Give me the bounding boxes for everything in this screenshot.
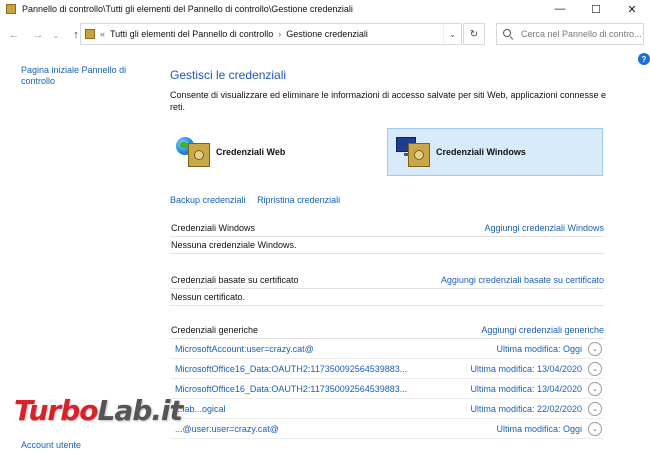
search-placeholder: Cerca nel Pannello di contro...: [521, 29, 642, 39]
breadcrumb-credential-manager[interactable]: Gestione credenziali: [286, 29, 368, 39]
windows-credentials-section: Credenziali Windows Aggiungi credenziali…: [170, 221, 604, 254]
credential-modified: Ultima modifica: 13/04/2020: [470, 364, 582, 374]
empty-message: Nessun certificato.: [170, 289, 604, 306]
forward-arrow-icon[interactable]: →: [30, 29, 46, 41]
chevron-down-icon[interactable]: ⌄: [588, 382, 602, 396]
overflow-chevron[interactable]: «: [100, 29, 105, 39]
credential-modified: Ultima modifica: Oggi: [496, 344, 582, 354]
credential-row[interactable]: ...@user:user=crazy.cat@ Ultima modifica…: [170, 419, 604, 439]
add-certificate-credential-link[interactable]: Aggiungi credenziali basate su certifica…: [441, 275, 604, 285]
section-title: Credenziali generiche: [171, 325, 259, 335]
web-credentials-tile[interactable]: Credenziali Web: [176, 128, 376, 176]
credential-name: ...lab...ogical: [175, 404, 226, 414]
chevron-down-icon[interactable]: ⌄: [588, 362, 602, 376]
recent-locations-icon[interactable]: ⌄: [48, 31, 64, 40]
control-panel-icon: [85, 29, 95, 39]
add-windows-credential-link[interactable]: Aggiungi credenziali Windows: [484, 223, 604, 233]
credential-row[interactable]: MicrosoftAccount:user=crazy.cat@ Ultima …: [170, 339, 604, 359]
generic-credentials-section: Credenziali generiche Aggiungi credenzia…: [170, 323, 604, 439]
address-dropdown-icon[interactable]: ⌄: [443, 24, 461, 44]
credential-modified: Ultima modifica: 22/02/2020: [470, 404, 582, 414]
windows-credentials-label: Credenziali Windows: [436, 147, 526, 157]
title-bar: Pannello di controllo\Tutti gli elementi…: [0, 0, 650, 18]
minimize-button[interactable]: —: [542, 0, 578, 18]
address-bar[interactable]: « Tutti gli elementi del Pannello di con…: [80, 23, 462, 45]
chevron-down-icon[interactable]: ⌄: [588, 422, 602, 436]
page-title: Gestisci le credenziali: [170, 68, 287, 82]
help-icon[interactable]: ?: [638, 53, 650, 65]
backup-credentials-link[interactable]: Backup credenziali: [170, 195, 246, 205]
section-title: Credenziali basate su certificato: [171, 275, 299, 285]
backup-restore-links: Backup credenziali Ripristina credenzial…: [170, 195, 349, 205]
chevron-down-icon[interactable]: ⌄: [588, 402, 602, 416]
close-button[interactable]: ✕: [614, 0, 650, 18]
watermark-part1: Turbo: [14, 394, 99, 427]
chevron-down-icon[interactable]: ⌄: [588, 342, 602, 356]
back-arrow-icon[interactable]: ←: [6, 29, 22, 41]
web-credentials-icon: [176, 135, 210, 169]
restore-credentials-link[interactable]: Ripristina credenziali: [257, 195, 340, 205]
windows-credentials-icon: [396, 135, 430, 169]
refresh-button[interactable]: ↻: [463, 23, 485, 45]
credential-name: MicrosoftOffice16_Data:OAUTH2:1173500925…: [175, 384, 408, 394]
search-input[interactable]: Cerca nel Pannello di contro...: [496, 23, 644, 45]
credential-modified: Ultima modifica: Oggi: [496, 424, 582, 434]
breadcrumb-separator[interactable]: ›: [278, 29, 281, 39]
control-panel-home-link[interactable]: Pagina iniziale Pannello di controllo: [21, 65, 141, 87]
credential-row[interactable]: MicrosoftOffice16_Data:OAUTH2:1173500925…: [170, 359, 604, 379]
credential-name: ...@user:user=crazy.cat@: [175, 424, 279, 434]
window-controls: — ☐ ✕: [542, 0, 650, 18]
section-title: Credenziali Windows: [171, 223, 256, 233]
web-credentials-label: Credenziali Web: [216, 147, 286, 157]
search-icon: [503, 29, 513, 39]
credential-name: MicrosoftAccount:user=crazy.cat@: [175, 344, 314, 354]
certificate-credentials-section: Credenziali basate su certificato Aggiun…: [170, 273, 604, 306]
maximize-button[interactable]: ☐: [578, 0, 614, 18]
window-title: Pannello di controllo\Tutti gli elementi…: [22, 4, 353, 14]
credential-name: MicrosoftOffice16_Data:OAUTH2:1173500925…: [175, 364, 408, 374]
refresh-icon: ↻: [469, 28, 479, 40]
user-accounts-link[interactable]: Account utente: [21, 440, 81, 450]
windows-credentials-tile[interactable]: Credenziali Windows: [387, 128, 603, 176]
add-generic-credential-link[interactable]: Aggiungi credenziali generiche: [481, 325, 604, 335]
page-description: Consente di visualizzare ed eliminare le…: [170, 90, 607, 112]
turbolab-watermark: Turbo Lab.it: [14, 394, 183, 427]
credential-row[interactable]: ...lab...ogical Ultima modifica: 22/02/2…: [170, 399, 604, 419]
watermark-part2: Lab.it: [97, 394, 183, 427]
empty-message: Nessuna credenziale Windows.: [170, 237, 604, 254]
control-panel-icon: [6, 4, 16, 14]
credential-row[interactable]: MicrosoftOffice16_Data:OAUTH2:1173500925…: [170, 379, 604, 399]
credential-modified: Ultima modifica: 13/04/2020: [470, 384, 582, 394]
breadcrumb-all-items[interactable]: Tutti gli elementi del Pannello di contr…: [110, 29, 273, 39]
